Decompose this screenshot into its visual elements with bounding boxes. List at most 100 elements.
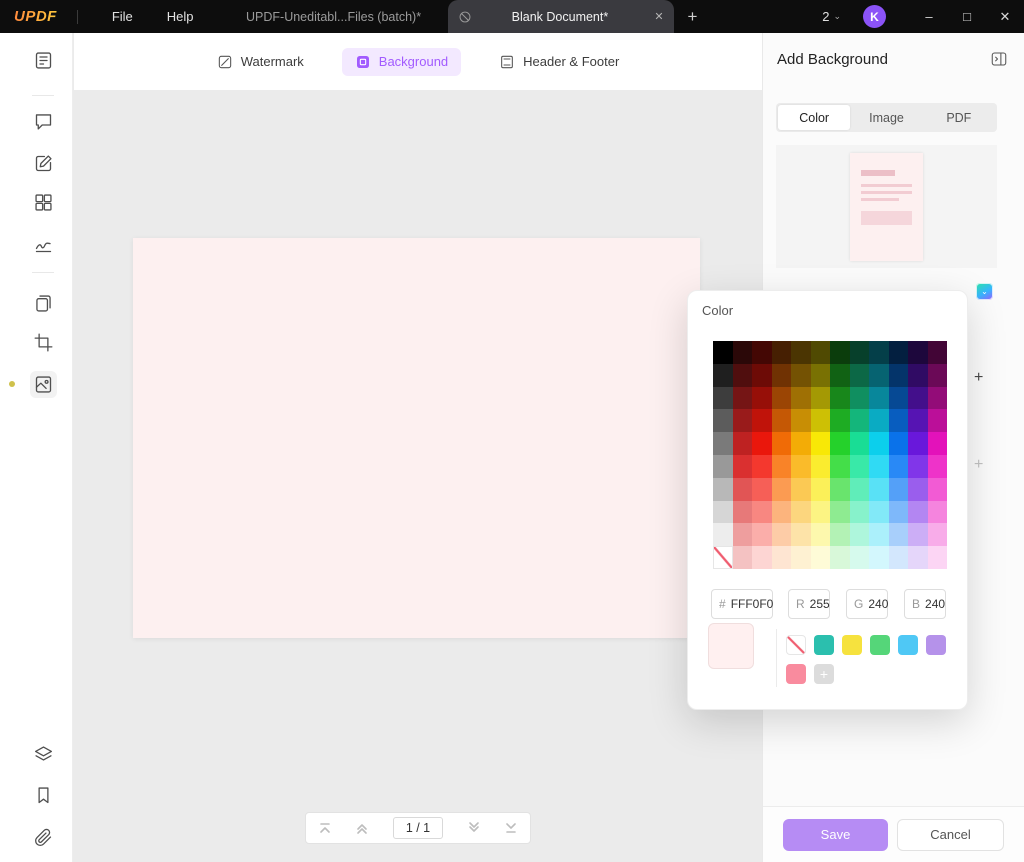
palette-cell[interactable] bbox=[849, 386, 869, 410]
maximize-button[interactable]: □ bbox=[948, 0, 986, 33]
tab-count-dropdown[interactable]: 2 ⌄ bbox=[822, 9, 841, 24]
layers-icon[interactable] bbox=[30, 741, 57, 768]
palette-cell[interactable] bbox=[713, 454, 733, 478]
palette-cell[interactable] bbox=[869, 432, 889, 455]
increase-button-secondary[interactable]: + bbox=[974, 456, 983, 474]
palette-cell[interactable] bbox=[810, 546, 830, 569]
palette-cell[interactable] bbox=[810, 341, 830, 364]
palette-cell[interactable] bbox=[791, 454, 811, 478]
palette-cell[interactable] bbox=[791, 363, 811, 387]
palette-cell[interactable] bbox=[771, 546, 791, 569]
palette-cell[interactable] bbox=[888, 341, 908, 364]
background-tool-icon[interactable] bbox=[30, 371, 57, 398]
palette-cell[interactable] bbox=[908, 386, 928, 410]
palette-cell[interactable] bbox=[752, 363, 772, 387]
palette-cell[interactable] bbox=[869, 546, 889, 569]
tab-close-icon[interactable]: ✕ bbox=[654, 10, 663, 23]
palette-cell[interactable] bbox=[849, 341, 869, 364]
watermark-tab[interactable]: Watermark bbox=[217, 54, 304, 70]
red-input[interactable]: R 255 bbox=[788, 589, 830, 619]
palette-cell[interactable] bbox=[869, 523, 889, 547]
increase-button[interactable]: + bbox=[974, 369, 983, 387]
palette-cell[interactable] bbox=[869, 386, 889, 410]
palette-cell[interactable] bbox=[771, 409, 791, 433]
palette-cell[interactable] bbox=[830, 523, 850, 547]
palette-cell[interactable] bbox=[791, 523, 811, 547]
palette-cell[interactable] bbox=[810, 363, 830, 387]
palette-cell[interactable] bbox=[908, 500, 928, 524]
palette-cell[interactable] bbox=[927, 546, 947, 569]
palette-cell[interactable] bbox=[771, 500, 791, 524]
palette-cell[interactable] bbox=[830, 409, 850, 433]
palette-cell[interactable] bbox=[830, 363, 850, 387]
palette-cell[interactable] bbox=[849, 409, 869, 433]
palette-cell[interactable] bbox=[927, 432, 947, 455]
palette-cell[interactable] bbox=[771, 523, 791, 547]
palette-cell[interactable] bbox=[908, 477, 928, 501]
palette-cell[interactable] bbox=[908, 546, 928, 569]
tab-inactive[interactable]: UPDF-Uneditabl...Files (batch)* bbox=[238, 10, 430, 24]
color-swatch[interactable] bbox=[814, 635, 834, 655]
previous-page-button[interactable] bbox=[355, 821, 369, 835]
palette-cell[interactable] bbox=[713, 341, 733, 364]
palette-cell[interactable] bbox=[810, 454, 830, 478]
palette-cell[interactable] bbox=[713, 523, 733, 547]
palette-cell[interactable] bbox=[771, 363, 791, 387]
palette-cell[interactable] bbox=[771, 477, 791, 501]
color-swatch[interactable] bbox=[842, 635, 862, 655]
palette-cell-none[interactable] bbox=[713, 546, 733, 569]
attachment-icon[interactable] bbox=[30, 824, 57, 851]
palette-cell[interactable] bbox=[830, 546, 850, 569]
palette-cell[interactable] bbox=[732, 409, 752, 433]
next-page-button[interactable] bbox=[467, 821, 481, 835]
page-edit-tool-icon[interactable] bbox=[30, 290, 57, 317]
palette-cell[interactable] bbox=[927, 341, 947, 364]
palette-cell[interactable] bbox=[869, 500, 889, 524]
tab-color[interactable]: Color bbox=[778, 105, 851, 130]
palette-cell[interactable] bbox=[908, 341, 928, 364]
palette-cell[interactable] bbox=[830, 386, 850, 410]
palette-cell[interactable] bbox=[810, 432, 830, 455]
palette-cell[interactable] bbox=[752, 546, 772, 569]
palette-cell[interactable] bbox=[732, 386, 752, 410]
palette-cell[interactable] bbox=[810, 386, 830, 410]
avatar[interactable]: K bbox=[863, 5, 886, 28]
palette-cell[interactable] bbox=[888, 432, 908, 455]
organize-pages-tool-icon[interactable] bbox=[30, 189, 57, 216]
palette-cell[interactable] bbox=[771, 341, 791, 364]
palette-cell[interactable] bbox=[908, 432, 928, 455]
palette-cell[interactable] bbox=[771, 432, 791, 455]
palette-cell[interactable] bbox=[713, 432, 733, 455]
color-swatch[interactable] bbox=[870, 635, 890, 655]
sign-tool-icon[interactable] bbox=[30, 231, 57, 258]
palette-cell[interactable] bbox=[927, 523, 947, 547]
palette-cell[interactable] bbox=[869, 454, 889, 478]
color-swatch[interactable] bbox=[898, 635, 918, 655]
custom-color-picker-button[interactable]: ⌄ bbox=[976, 283, 993, 300]
blue-input[interactable]: B 240 bbox=[904, 589, 946, 619]
comment-tool-icon[interactable] bbox=[30, 108, 57, 135]
palette-cell[interactable] bbox=[908, 454, 928, 478]
palette-cell[interactable] bbox=[849, 477, 869, 501]
palette-cell[interactable] bbox=[791, 341, 811, 364]
palette-cell[interactable] bbox=[869, 409, 889, 433]
hex-input[interactable]: # FFF0F0 bbox=[711, 589, 773, 619]
palette-cell[interactable] bbox=[849, 363, 869, 387]
palette-cell[interactable] bbox=[888, 523, 908, 547]
palette-cell[interactable] bbox=[849, 500, 869, 524]
add-swatch-button[interactable]: + bbox=[814, 664, 834, 684]
palette-cell[interactable] bbox=[810, 409, 830, 433]
palette-cell[interactable] bbox=[752, 500, 772, 524]
palette-cell[interactable] bbox=[888, 386, 908, 410]
palette-cell[interactable] bbox=[752, 386, 772, 410]
tab-pdf[interactable]: PDF bbox=[923, 105, 995, 130]
palette-cell[interactable] bbox=[908, 523, 928, 547]
menu-file[interactable]: File bbox=[112, 9, 133, 24]
first-page-button[interactable] bbox=[318, 821, 332, 835]
page-indicator[interactable]: 1 / 1 bbox=[392, 817, 444, 839]
palette-cell[interactable] bbox=[713, 386, 733, 410]
palette-cell[interactable] bbox=[752, 432, 772, 455]
palette-cell[interactable] bbox=[771, 386, 791, 410]
document-page[interactable] bbox=[133, 238, 700, 638]
palette-cell[interactable] bbox=[791, 477, 811, 501]
